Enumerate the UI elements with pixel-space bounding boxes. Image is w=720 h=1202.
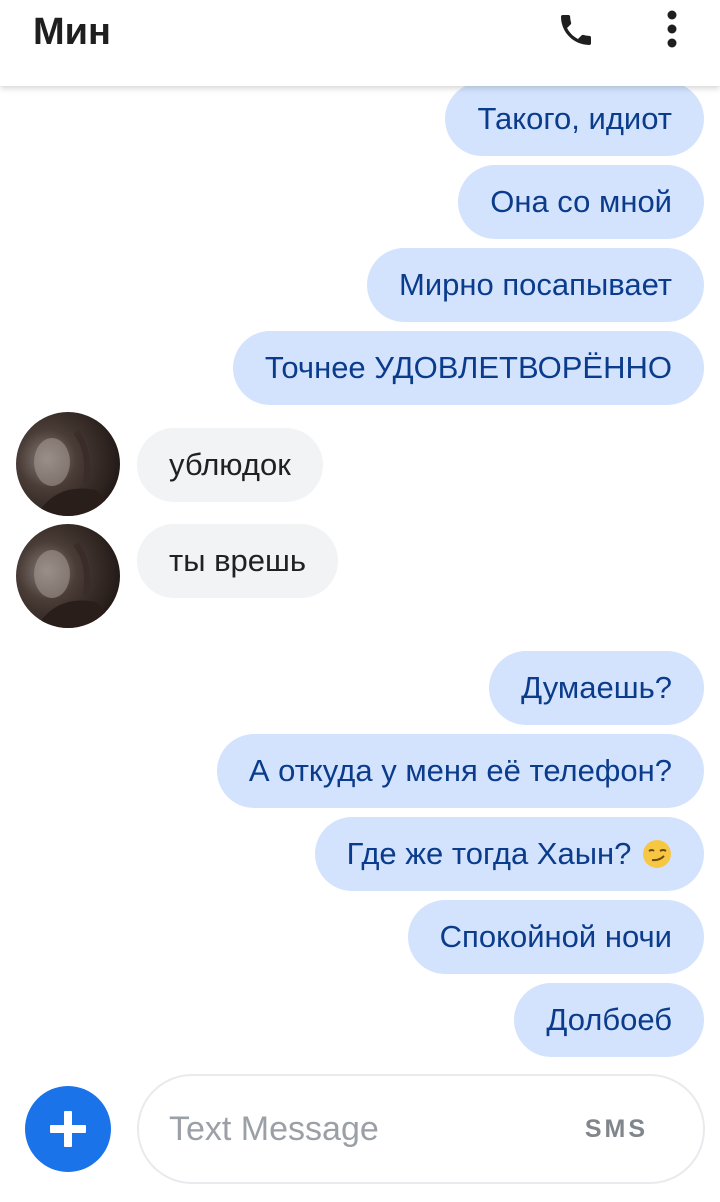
- contact-avatar[interactable]: [16, 412, 120, 516]
- message-thread[interactable]: Такого, идиот Она со мной Мирно посапыва…: [0, 86, 720, 1066]
- smirking-face-emoji: [643, 840, 671, 868]
- message-text: Где же тогда Хаын?: [346, 836, 632, 871]
- message-bubble-incoming[interactable]: ублюдок: [137, 428, 323, 502]
- message-text: Такого, идиот: [477, 101, 672, 136]
- message-text: Думаешь?: [521, 670, 672, 705]
- message-input[interactable]: Text Message SMS: [137, 1074, 705, 1184]
- more-options-button[interactable]: [650, 6, 694, 52]
- message-input-placeholder: Text Message: [169, 1110, 379, 1148]
- composer-bar: Text Message SMS: [0, 1066, 720, 1202]
- message-bubble-outgoing[interactable]: Точнее УДОВЛЕТВОРЁННО: [232, 331, 704, 405]
- message-bubble-outgoing[interactable]: Думаешь?: [489, 651, 704, 725]
- message-text: Мирно посапывает: [399, 267, 672, 302]
- message-bubble-outgoing[interactable]: Спокойной ночи: [407, 900, 704, 974]
- message-bubble-outgoing[interactable]: Такого, идиот: [445, 86, 704, 156]
- send-mode-label[interactable]: SMS: [585, 1076, 648, 1182]
- message-text: ты врешь: [169, 543, 307, 578]
- phone-icon: [561, 15, 591, 45]
- message-text: Долбоеб: [546, 1002, 672, 1037]
- message-bubble-incoming[interactable]: ты врешь: [137, 524, 339, 598]
- message-text: Точнее УДОВЛЕТВОРЁННО: [264, 350, 672, 385]
- conversation-title: Мин: [33, 11, 111, 53]
- message-bubble-outgoing[interactable]: А откуда у меня её телефон?: [216, 734, 704, 808]
- more-vert-icon: [667, 10, 677, 48]
- contact-avatar[interactable]: [16, 524, 120, 628]
- message-text: Спокойной ночи: [439, 919, 672, 954]
- app-bar: Мин: [0, 0, 720, 86]
- message-bubble-outgoing[interactable]: Мирно посапывает: [367, 248, 704, 322]
- message-text: А откуда у меня её телефон?: [248, 753, 672, 788]
- plus-icon: [50, 1111, 86, 1147]
- message-text: Она со мной: [490, 184, 672, 219]
- message-bubble-outgoing[interactable]: Долбоеб: [514, 983, 704, 1057]
- add-attachment-button[interactable]: [25, 1086, 111, 1172]
- message-text: ублюдок: [169, 447, 291, 482]
- message-bubble-outgoing[interactable]: Где же тогда Хаын?: [314, 817, 704, 891]
- message-bubble-outgoing[interactable]: Она со мной: [458, 165, 704, 239]
- call-button[interactable]: [552, 8, 600, 52]
